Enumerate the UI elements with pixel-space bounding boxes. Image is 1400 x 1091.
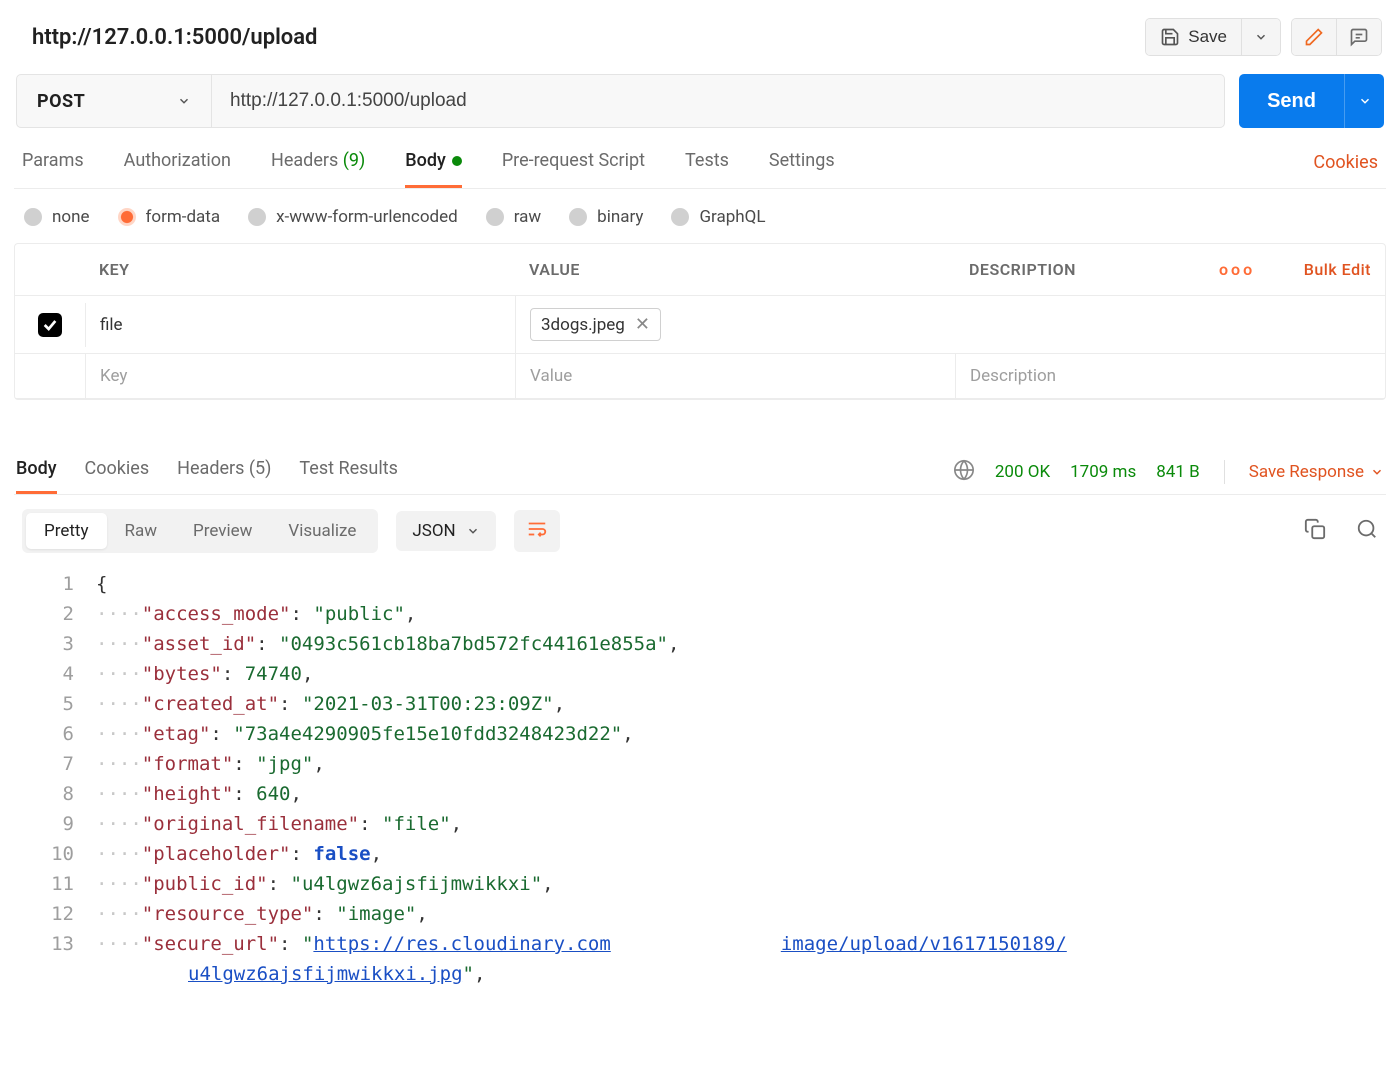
edit-button[interactable] (1292, 19, 1336, 55)
response-meta: 200 OK 1709 ms 841 B Save Response (953, 459, 1384, 494)
status-code: 200 OK (995, 462, 1050, 482)
viewer-mode-segments: PrettyRawPreviewVisualize (22, 509, 378, 553)
row-enable-checkbox[interactable] (38, 313, 62, 337)
chevron-down-icon (1254, 30, 1268, 44)
save-button-group: Save (1145, 18, 1281, 56)
check-icon (42, 317, 58, 333)
request-header: http://127.0.0.1:5000/upload Save (14, 0, 1386, 74)
table-row-placeholder: Key Value Description (15, 354, 1385, 399)
url-input[interactable] (212, 75, 1224, 127)
remove-file-button[interactable]: ✕ (635, 314, 650, 335)
body-type-GraphQL[interactable]: GraphQL (671, 207, 765, 227)
line-gutter: 12345678910111213 (14, 569, 96, 989)
body-type-radios: none form-data x-www-form-urlencoded raw bin… (14, 189, 1386, 243)
tab-headers[interactable]: Headers (9) (271, 150, 365, 188)
tab-pre-request-script[interactable]: Pre-request Script (502, 150, 645, 188)
body-type-form-data[interactable]: form-data (118, 207, 221, 227)
radio-icon (671, 208, 689, 226)
comment-button[interactable] (1336, 19, 1381, 55)
save-button[interactable]: Save (1146, 19, 1241, 55)
bulk-edit-button[interactable]: Bulk Edit (1265, 244, 1385, 295)
table-row: file 3dogs.jpeg ✕ (15, 296, 1385, 354)
radio-icon (569, 208, 587, 226)
tab-params[interactable]: Params (22, 150, 84, 188)
modified-dot-icon (452, 156, 462, 166)
value-placeholder[interactable]: Value (515, 354, 955, 398)
view-mode-pretty[interactable]: Pretty (26, 513, 107, 549)
col-value: VALUE (515, 244, 955, 295)
save-dropdown-button[interactable] (1241, 19, 1280, 55)
copy-icon (1304, 518, 1326, 540)
response-tab-test-results[interactable]: Test Results (299, 458, 397, 494)
format-value: JSON (412, 521, 455, 541)
json-viewer: 12345678910111213 {····"access_mode": "p… (14, 563, 1386, 999)
request-tabs: Params Authorization Headers (9) Body Pre-re… (14, 128, 1386, 189)
save-label: Save (1188, 27, 1227, 47)
form-data-table: KEY VALUE DESCRIPTION ooo Bulk Edit file… (14, 243, 1386, 400)
chevron-down-icon (1370, 465, 1384, 479)
send-button[interactable]: Send (1239, 74, 1344, 128)
send-label: Send (1267, 90, 1316, 113)
copy-button[interactable] (1298, 512, 1332, 550)
col-key: KEY (85, 244, 515, 295)
response-time: 1709 ms (1070, 462, 1136, 482)
chevron-down-icon (177, 94, 191, 108)
chevron-down-icon (1358, 94, 1372, 108)
tab-authorization[interactable]: Authorization (124, 150, 231, 188)
search-button[interactable] (1350, 512, 1384, 550)
table-header: KEY VALUE DESCRIPTION ooo Bulk Edit (15, 244, 1385, 296)
radio-icon (486, 208, 504, 226)
globe-icon[interactable] (953, 459, 975, 486)
method-select[interactable]: POST (17, 75, 212, 127)
view-mode-visualize[interactable]: Visualize (270, 513, 374, 549)
radio-icon (248, 208, 266, 226)
send-dropdown-button[interactable] (1344, 74, 1384, 128)
tab-body[interactable]: Body (405, 150, 462, 188)
tab-tests[interactable]: Tests (685, 150, 729, 188)
header-actions: Save (1145, 18, 1382, 56)
view-mode-raw[interactable]: Raw (107, 513, 176, 549)
more-columns-button[interactable]: ooo (1205, 244, 1265, 295)
cookies-link[interactable]: Cookies (1313, 152, 1378, 187)
view-mode-preview[interactable]: Preview (175, 513, 270, 549)
response-section: Body Cookies Headers (5) Test Results 200 O… (14, 458, 1386, 999)
radio-icon (118, 208, 136, 226)
save-response-button[interactable]: Save Response (1249, 462, 1384, 482)
response-tab-cookies[interactable]: Cookies (85, 458, 150, 494)
key-placeholder[interactable]: Key (85, 354, 515, 398)
send-button-group: Send (1239, 74, 1384, 128)
method-url-bar: POST (16, 74, 1225, 128)
viewer-toolbar: PrettyRawPreviewVisualize JSON (14, 495, 1386, 563)
value-cell[interactable]: 3dogs.jpeg ✕ (515, 296, 1385, 353)
pencil-icon (1304, 27, 1324, 47)
body-type-x-www-form-urlencoded[interactable]: x-www-form-urlencoded (248, 207, 458, 227)
radio-icon (24, 208, 42, 226)
search-icon (1356, 518, 1378, 540)
body-type-raw[interactable]: raw (486, 207, 541, 227)
method-value: POST (37, 91, 85, 112)
body-type-none[interactable]: none (24, 207, 90, 227)
key-cell[interactable]: file (85, 303, 515, 347)
wrap-icon (526, 518, 548, 540)
code-area[interactable]: {····"access_mode": "public",····"asset_… (96, 569, 1386, 989)
file-name: 3dogs.jpeg (541, 315, 625, 335)
col-description: DESCRIPTION (955, 244, 1205, 295)
chevron-down-icon (466, 524, 480, 538)
wrap-lines-button[interactable] (514, 510, 560, 552)
comment-icon (1349, 27, 1369, 47)
description-placeholder[interactable]: Description (955, 354, 1385, 398)
file-chip: 3dogs.jpeg ✕ (530, 308, 661, 341)
response-tab-body[interactable]: Body (16, 458, 57, 494)
tab-settings[interactable]: Settings (769, 150, 835, 188)
response-size: 841 B (1156, 462, 1199, 482)
request-name: http://127.0.0.1:5000/upload (32, 25, 317, 50)
save-icon (1160, 27, 1180, 47)
body-type-binary[interactable]: binary (569, 207, 643, 227)
extra-actions-group (1291, 18, 1382, 56)
url-row: POST Send (14, 74, 1386, 128)
response-tabs: Body Cookies Headers (5) Test Results 200 O… (14, 458, 1386, 495)
format-select[interactable]: JSON (396, 511, 495, 551)
response-tab-headers[interactable]: Headers (5) (177, 458, 271, 494)
